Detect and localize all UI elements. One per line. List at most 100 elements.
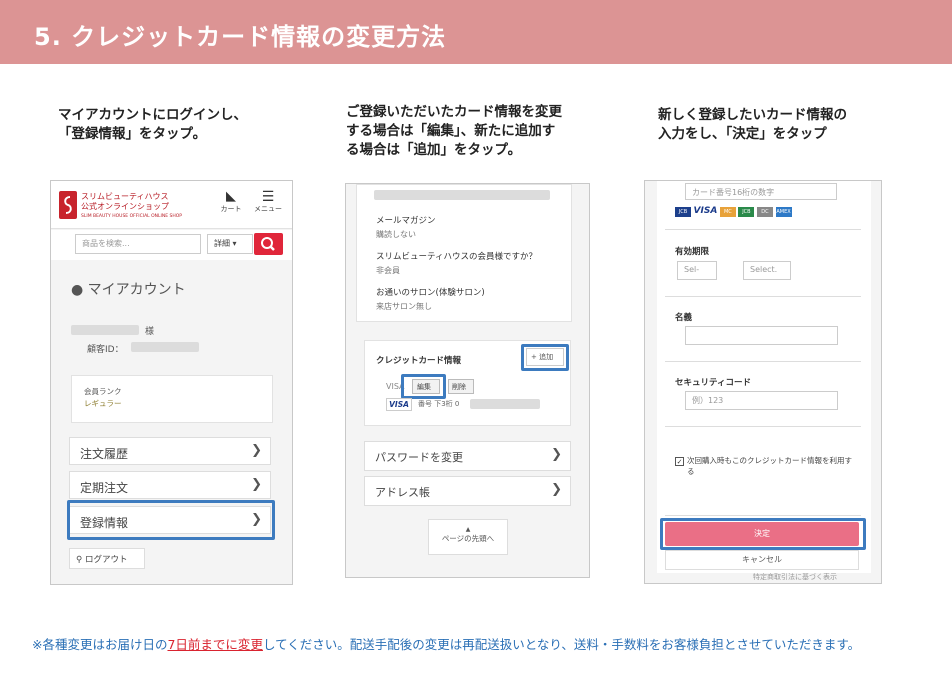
- member-rank-box: 会員ランク レギュラー: [71, 375, 273, 423]
- password-change-row[interactable]: パスワードを変更 ❯: [364, 441, 571, 471]
- search-input[interactable]: 商品を検索...: [75, 234, 201, 254]
- screen-registration-info: メールマガジン 購読しない スリムビューティハウスの会員様ですか？ 非会員 お通…: [345, 183, 590, 578]
- address-book-row[interactable]: アドレス帳 ❯: [364, 476, 571, 506]
- card-section-title: クレジットカード情報: [376, 356, 462, 366]
- salon-value: 来店サロン無し: [376, 302, 432, 311]
- menu-item-label: 注文履歴: [80, 447, 129, 461]
- step1-caption-line: マイアカウントにログインし、: [58, 107, 247, 123]
- mail-mag-label: メールマガジン: [376, 216, 436, 226]
- step2-caption-line: する場合は「編集」、新たに追加す: [346, 123, 556, 139]
- divider: [665, 296, 861, 297]
- chevron-right-icon: ❯: [251, 477, 262, 492]
- divider: [665, 426, 861, 427]
- expiry-month-select[interactable]: Sel-: [677, 261, 717, 280]
- card-number-label: 番号 下3桁 0: [418, 400, 460, 408]
- search-detail-select[interactable]: 詳細 ▾: [207, 234, 253, 254]
- menu-order-history[interactable]: 注文履歴 ❯: [69, 437, 271, 465]
- user-icon: ●: [71, 282, 84, 298]
- key-icon: ⚲: [76, 555, 83, 565]
- logout-label: ログアウト: [84, 555, 128, 565]
- jcb-card-icon: JCB: [675, 207, 691, 217]
- redacted-card-number: [470, 399, 540, 409]
- cancel-button[interactable]: キャンセル: [665, 550, 859, 570]
- footer-text: ※各種変更はお届け日の: [32, 637, 168, 652]
- page-top-button[interactable]: ▲ ページの先頭へ: [428, 519, 508, 555]
- highlight-confirm: [660, 518, 866, 550]
- my-account-title: マイアカウント: [87, 282, 186, 298]
- highlight-edit: [401, 374, 446, 399]
- logout-button[interactable]: ⚲ ログアウト: [69, 548, 145, 569]
- legal-notice-link[interactable]: 特定商取引法に基づく表示: [753, 572, 837, 582]
- page-title: 5. クレジットカード情報の変更方法: [34, 23, 447, 51]
- highlight-add: [521, 344, 569, 371]
- step2-caption-line: る場合は「追加」をタップ。: [346, 142, 522, 158]
- customer-id-label: 顧客ID：: [87, 345, 124, 355]
- hamburger-icon: ☰: [261, 189, 275, 205]
- rank-label: 会員ランク: [84, 387, 122, 396]
- redacted-name: [71, 325, 139, 335]
- logo-line: 公式オンラインショップ: [81, 202, 169, 211]
- save-card-text: 次回購入時もこのクレジットカード情報を利用する: [687, 456, 852, 476]
- screen-card-entry: カード番号16桁の数字 JCB VISA MC JCB DC AMEX 有効期限…: [644, 180, 882, 584]
- card-brand-icons: JCB VISA MC JCB DC AMEX: [675, 206, 792, 217]
- menu-button[interactable]: ☰ メニュー: [251, 190, 285, 214]
- security-code-label: セキュリティコード: [675, 378, 751, 388]
- chevron-right-icon: ❯: [551, 482, 562, 497]
- footer-note: ※各種変更はお届け日の7日前までに変更してください。配送手配後の変更は再配送扱い…: [32, 634, 860, 653]
- step1-caption: マイアカウントにログインし、 「登録情報」をタップ。: [58, 106, 247, 144]
- chevron-right-icon: ❯: [251, 443, 262, 458]
- page-top-label: ページの先頭へ: [441, 534, 495, 543]
- search-button[interactable]: [254, 233, 283, 255]
- step2-caption-line: ご登録いただいたカード情報を変更: [346, 104, 562, 120]
- menu-item-label: 定期注文: [80, 481, 129, 495]
- shop-logo-icon: [59, 191, 77, 219]
- card-name-label: 名義: [675, 313, 693, 323]
- highlight-registration-info: [67, 500, 275, 540]
- diners-card-icon: DC: [756, 207, 773, 217]
- amex-card-icon: AMEX: [775, 207, 792, 217]
- salon-label: お通いのサロン(体験サロン): [376, 288, 485, 298]
- address-book-label: アドレス帳: [375, 486, 430, 499]
- member-question: スリムビューティハウスの会員様ですか？: [376, 252, 537, 262]
- chevron-right-icon: ❯: [551, 447, 562, 462]
- page-header: 5. クレジットカード情報の変更方法: [0, 0, 952, 64]
- card-number-input[interactable]: カード番号16桁の数字: [685, 183, 837, 200]
- cart-label: カート: [220, 205, 242, 213]
- menu-subscription[interactable]: 定期注文 ❯: [69, 471, 271, 499]
- my-account-heading: ● マイアカウント: [71, 279, 186, 299]
- footer-emphasis: 7日前までに変更: [167, 637, 263, 652]
- caret-up-icon: ▲: [465, 526, 471, 533]
- jcb-card-icon: JCB: [738, 207, 755, 217]
- footer-text: してください。配送手配後の変更は再配送扱いとなり、送料・手数料をお客様負担とさせ…: [262, 637, 861, 652]
- delete-card-button[interactable]: 削除: [448, 379, 474, 394]
- card-name-input[interactable]: [685, 326, 838, 345]
- step3-caption-line: 新しく登録したいカード情報の: [658, 107, 847, 123]
- divider: [665, 229, 861, 230]
- cart-button[interactable]: ◣ カート: [219, 190, 243, 214]
- password-change-label: パスワードを変更: [375, 451, 463, 464]
- search-icon: [261, 237, 275, 251]
- expiry-label: 有効期限: [675, 247, 710, 257]
- mail-mag-value: 購読しない: [376, 230, 416, 239]
- save-card-checkbox[interactable]: ✓: [675, 457, 684, 466]
- divider: [665, 515, 861, 516]
- redacted-customer-id: [131, 342, 199, 352]
- shop-logo-text[interactable]: スリムビューティハウス 公式オンラインショップ SLIM BEAUTY HOUS…: [81, 192, 182, 222]
- step1-caption-line: 「登録情報」をタップ。: [58, 126, 207, 142]
- redacted-field: [374, 190, 550, 200]
- divider: [665, 361, 861, 362]
- expiry-year-select[interactable]: Select.: [743, 261, 791, 280]
- cart-icon: ◣: [226, 189, 236, 204]
- logo-line: SLIM BEAUTY HOUSE OFFICIAL ONLINE SHOP: [81, 214, 182, 219]
- visa-card-icon: VISA: [386, 398, 412, 411]
- step3-caption: 新しく登録したいカード情報の 入力をし、「決定」をタップ: [658, 106, 847, 144]
- screen-my-account: スリムビューティハウス 公式オンラインショップ SLIM BEAUTY HOUS…: [50, 180, 293, 585]
- name-suffix: 様: [145, 327, 155, 337]
- mastercard-icon: MC: [719, 207, 736, 217]
- rank-value: レギュラー: [84, 399, 122, 408]
- security-code-input[interactable]: 例）123: [685, 391, 838, 410]
- menu-label: メニュー: [254, 205, 282, 213]
- step2-caption: ご登録いただいたカード情報を変更 する場合は「編集」、新たに追加す る場合は「追…: [346, 103, 562, 160]
- step3-caption-line: 入力をし、「決定」をタップ: [658, 126, 827, 142]
- logo-line: スリムビューティハウス: [81, 192, 169, 201]
